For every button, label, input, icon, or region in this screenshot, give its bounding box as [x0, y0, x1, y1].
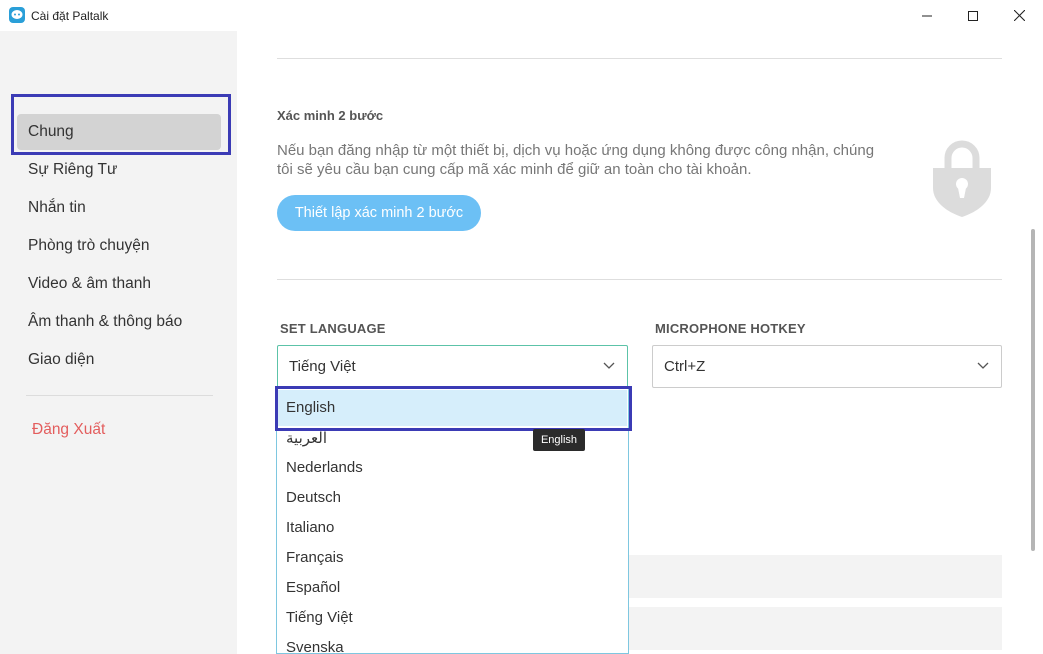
- language-option[interactable]: Italiano: [286, 519, 334, 536]
- sidebar-item-privacy[interactable]: Sự Riêng Tư: [17, 152, 221, 188]
- maximize-icon: [968, 10, 978, 21]
- section-divider: [277, 279, 1002, 280]
- two-step-title: Xác minh 2 bước: [277, 108, 384, 123]
- lock-icon: [933, 140, 991, 217]
- window-title: Cài đặt Paltalk: [31, 9, 109, 23]
- sidebar-item-messaging[interactable]: Nhắn tin: [17, 190, 221, 226]
- two-step-description: Nếu bạn đăng nhập từ một thiết bị, dịch …: [277, 142, 875, 178]
- language-option[interactable]: Français: [286, 549, 344, 566]
- sidebar-item-video-audio[interactable]: Video & âm thanh: [17, 266, 221, 302]
- sidebar-item-chat-rooms[interactable]: Phòng trò chuyện: [17, 228, 221, 264]
- selection-highlight-box: [11, 94, 231, 155]
- sidebar-item-appearance[interactable]: Giao diện: [17, 342, 221, 378]
- language-option[interactable]: Tiếng Việt: [286, 609, 353, 626]
- logout-link[interactable]: Đăng Xuất: [32, 421, 105, 439]
- minimize-icon: [922, 15, 932, 16]
- hotkey-label: MICROPHONE HOTKEY: [655, 321, 806, 336]
- language-option[interactable]: العربية: [286, 429, 327, 447]
- settings-row: [629, 555, 1002, 598]
- chevron-down-icon: [603, 362, 615, 369]
- language-option[interactable]: Español: [286, 579, 340, 596]
- paltalk-logo-icon: [9, 7, 25, 23]
- language-select[interactable]: Tiếng Việt: [277, 345, 628, 388]
- close-button[interactable]: [996, 0, 1042, 31]
- language-option[interactable]: Nederlands: [286, 459, 363, 476]
- sidebar-item-sounds-notifications[interactable]: Âm thanh & thông báo: [17, 304, 221, 340]
- hotkey-selected-value: Ctrl+Z: [664, 358, 706, 375]
- section-divider: [277, 58, 1002, 59]
- sidebar-divider: [26, 395, 213, 396]
- language-option[interactable]: Svenska: [286, 639, 344, 653]
- language-selected-value: Tiếng Việt: [289, 358, 356, 375]
- maximize-button[interactable]: [950, 0, 996, 31]
- content-scrollbar[interactable]: [1031, 229, 1035, 551]
- option-tooltip: English: [533, 429, 585, 451]
- hotkey-select[interactable]: Ctrl+Z: [652, 345, 1002, 388]
- language-option[interactable]: Deutsch: [286, 489, 341, 506]
- title-bar: Cài đặt Paltalk: [0, 0, 1043, 31]
- chevron-down-icon: [977, 362, 989, 369]
- minimize-button[interactable]: [904, 0, 950, 31]
- close-icon: [1013, 10, 1025, 21]
- language-label: SET LANGUAGE: [280, 321, 386, 336]
- settings-row: [629, 607, 1002, 650]
- selection-highlight-box: [275, 386, 632, 431]
- setup-two-step-button[interactable]: Thiết lập xác minh 2 bước: [277, 195, 481, 231]
